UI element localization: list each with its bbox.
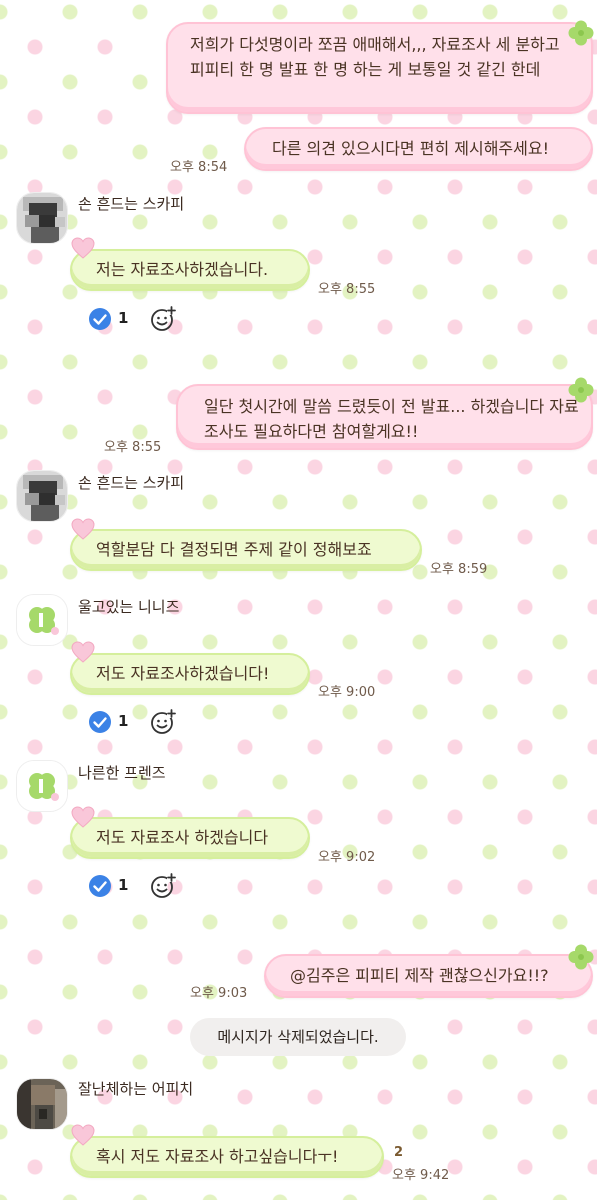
sender-name: 손 흔드는 스카피 xyxy=(78,195,185,213)
message-text: 저도 자료조사 하겠습니다 xyxy=(96,828,269,847)
check-circle-icon[interactable] xyxy=(88,710,112,734)
outgoing-message-bubble[interactable]: 일단 첫시간에 말씀 드렸듯이 전 발표... 하겠습니다 자료조사도 필요하다… xyxy=(176,384,593,450)
sender-name: 나른한 프렌즈 xyxy=(78,764,166,782)
avatar[interactable] xyxy=(16,760,68,812)
heart-icon xyxy=(71,518,95,540)
emoji-add-icon[interactable] xyxy=(150,709,176,735)
message-text: @김주은 피피티 제작 괜찮으신가요!!? xyxy=(290,966,549,985)
message-time: 오후 9:03 xyxy=(190,986,248,1001)
emoji-add-icon[interactable] xyxy=(150,873,176,899)
check-circle-icon[interactable] xyxy=(88,307,112,331)
avatar[interactable] xyxy=(16,470,68,522)
message-text: 저희가 다섯명이라 쪼끔 애매해서,,, 자료조사 세 분하고 피피티 한 명 … xyxy=(190,35,560,79)
heart-icon xyxy=(71,806,95,828)
message-time: 오후 8:55 xyxy=(104,440,162,455)
reaction-count: 1 xyxy=(118,876,129,894)
message-time: 오후 8:59 xyxy=(430,562,488,577)
message-text: 역할분담 다 결정되면 주제 같이 정해보죠 xyxy=(96,540,372,559)
incoming-message-bubble[interactable]: 저도 자료조사하겠습니다! xyxy=(70,653,310,695)
avatar[interactable] xyxy=(16,1078,68,1130)
message-time: 오후 9:42 xyxy=(392,1168,450,1183)
clover-icon xyxy=(567,19,595,47)
reaction-count: 1 xyxy=(118,712,129,730)
outgoing-message-bubble[interactable]: 다른 의견 있으시다면 편히 제시해주세요! xyxy=(244,127,593,171)
reaction-row: 1 xyxy=(88,710,188,736)
outgoing-message-bubble[interactable]: 저희가 다섯명이라 쪼끔 애매해서,,, 자료조사 세 분하고 피피티 한 명 … xyxy=(166,22,593,114)
message-text: 저도 자료조사하겠습니다! xyxy=(96,664,270,683)
clover-icon xyxy=(567,376,595,404)
system-text: 메시지가 삭제되었습니다. xyxy=(217,1028,379,1046)
message-text: 저는 자료조사하겠습니다. xyxy=(96,260,269,279)
clover-icon xyxy=(567,943,595,971)
message-time: 오후 9:02 xyxy=(318,850,376,865)
message-text: 일단 첫시간에 말씀 드렸듯이 전 발표... 하겠습니다 자료조사도 필요하다… xyxy=(204,397,579,441)
outgoing-message-bubble[interactable]: @김주은 피피티 제작 괜찮으신가요!!? xyxy=(264,954,593,998)
heart-icon xyxy=(71,237,95,259)
reaction-row: 1 xyxy=(88,874,188,900)
reaction-count: 1 xyxy=(118,309,129,327)
unread-count: 2 xyxy=(394,1145,404,1160)
message-time: 오후 8:54 xyxy=(170,160,228,175)
emoji-add-icon[interactable] xyxy=(150,306,176,332)
reaction-row: 1 xyxy=(88,307,188,333)
incoming-message-bubble[interactable]: 저도 자료조사 하겠습니다 xyxy=(70,817,310,859)
check-circle-icon[interactable] xyxy=(88,874,112,898)
message-text: 다른 의견 있으시다면 편히 제시해주세요! xyxy=(272,139,549,158)
message-time: 오후 8:55 xyxy=(318,282,376,297)
avatar[interactable] xyxy=(16,192,68,244)
sender-name: 잘난체하는 어피치 xyxy=(78,1080,194,1098)
heart-icon xyxy=(71,1124,95,1146)
incoming-message-bubble[interactable]: 혹시 저도 자료조사 하고싶습니다ㅜ! xyxy=(70,1136,384,1178)
avatar[interactable] xyxy=(16,594,68,646)
sender-name: 울고있는 니니즈 xyxy=(78,598,180,616)
deleted-message-notice: 메시지가 삭제되었습니다. xyxy=(190,1018,406,1056)
incoming-message-bubble[interactable]: 저는 자료조사하겠습니다. xyxy=(70,249,310,291)
message-time: 오후 9:00 xyxy=(318,685,376,700)
incoming-message-bubble[interactable]: 역할분담 다 결정되면 주제 같이 정해보죠 xyxy=(70,529,422,571)
message-text: 혹시 저도 자료조사 하고싶습니다ㅜ! xyxy=(96,1147,339,1166)
sender-name: 손 흔드는 스카피 xyxy=(78,474,185,492)
heart-icon xyxy=(71,641,95,663)
